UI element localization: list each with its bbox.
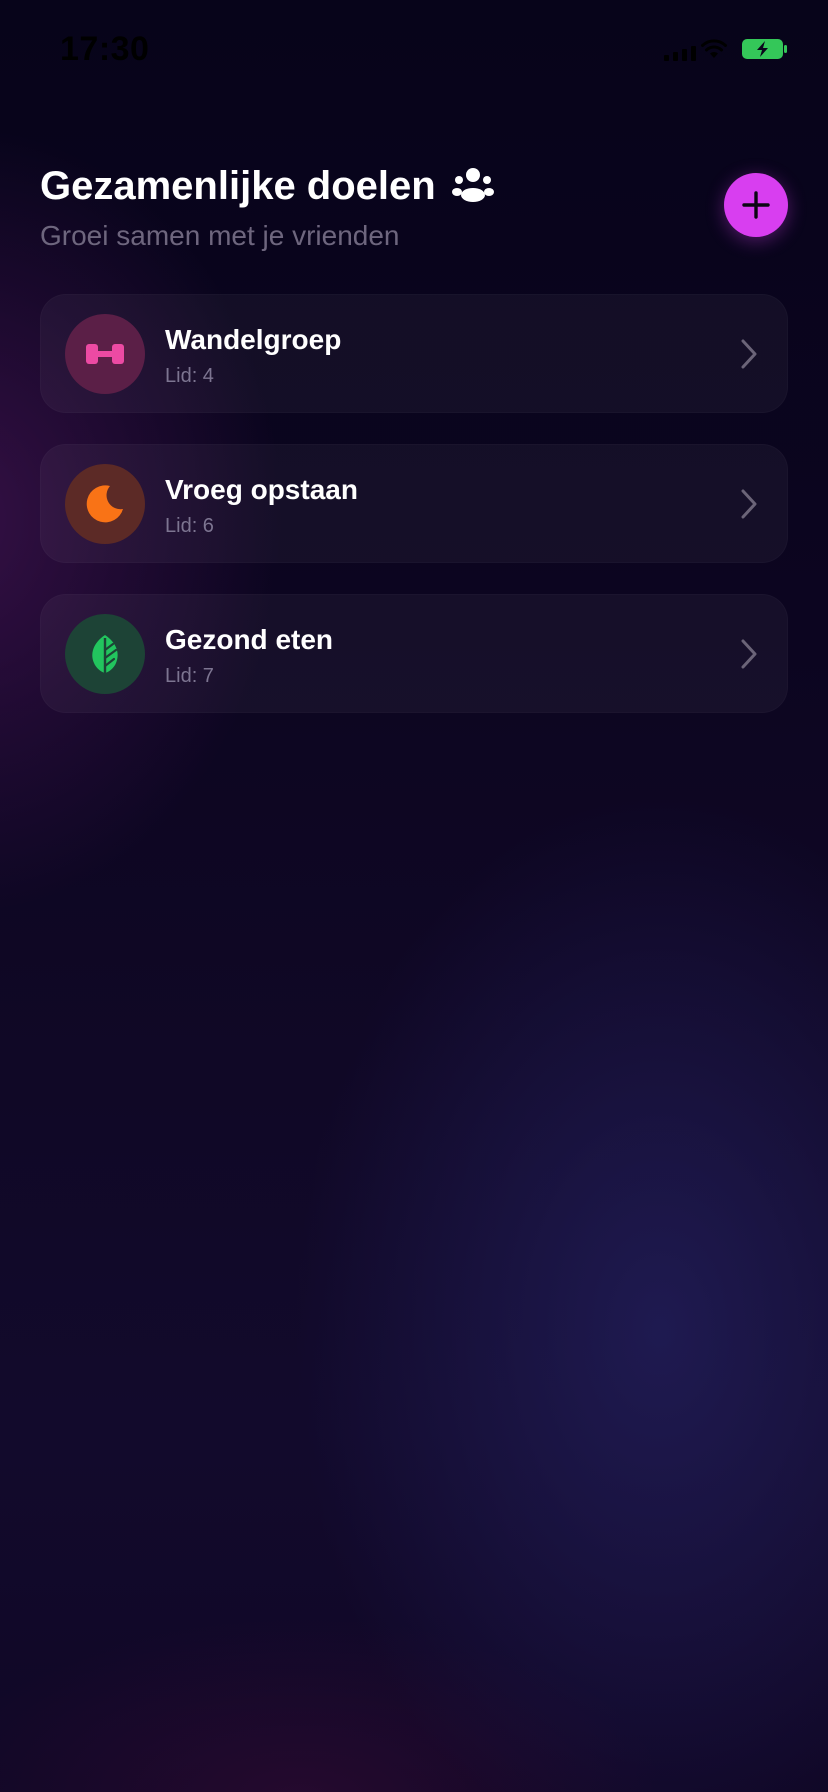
plus-icon [742, 191, 770, 219]
goal-member-count: Lid: 6 [165, 515, 214, 537]
goal-avatar [65, 464, 145, 544]
status-bar: 17:30 [0, 0, 828, 100]
goal-member-count: Lid: 7 [165, 665, 214, 687]
leaf-icon [92, 635, 118, 673]
goal-card-gezond-eten[interactable]: Gezond eten Lid: 7 [40, 594, 788, 713]
cellular-signal-icon [664, 46, 696, 61]
wifi-icon [701, 39, 727, 58]
page-header: Gezamenlijke doelen Groei samen met je v… [40, 160, 788, 254]
goal-name: Vroeg opstaan [165, 474, 358, 505]
goal-card-wandelgroep[interactable]: Wandelgroep Lid: 4 [40, 294, 788, 413]
goal-avatar [65, 314, 145, 394]
chevron-right-icon [741, 489, 757, 519]
add-goal-button[interactable] [724, 173, 788, 237]
title-row: Gezamenlijke doelen [40, 160, 788, 212]
goal-avatar [65, 614, 145, 694]
page-subtitle: Groei samen met je vrienden [40, 220, 400, 251]
goal-card-vroeg-opstaan[interactable]: Vroeg opstaan Lid: 6 [40, 444, 788, 563]
goal-name: Wandelgroep [165, 324, 342, 355]
battery-charging-icon [742, 39, 787, 59]
chevron-right-icon [741, 639, 757, 669]
users-group-icon [451, 168, 494, 202]
goal-member-count: Lid: 4 [165, 365, 214, 387]
page-title: Gezamenlijke doelen [40, 164, 436, 208]
goal-name: Gezond eten [165, 624, 334, 655]
goal-list: Wandelgroep Lid: 4 Vroeg opstaan Lid: 6 … [40, 294, 788, 744]
dumbbell-icon [86, 344, 124, 364]
status-time: 17:30 [60, 30, 150, 68]
chevron-right-icon [741, 339, 757, 369]
moon-icon [86, 485, 123, 523]
